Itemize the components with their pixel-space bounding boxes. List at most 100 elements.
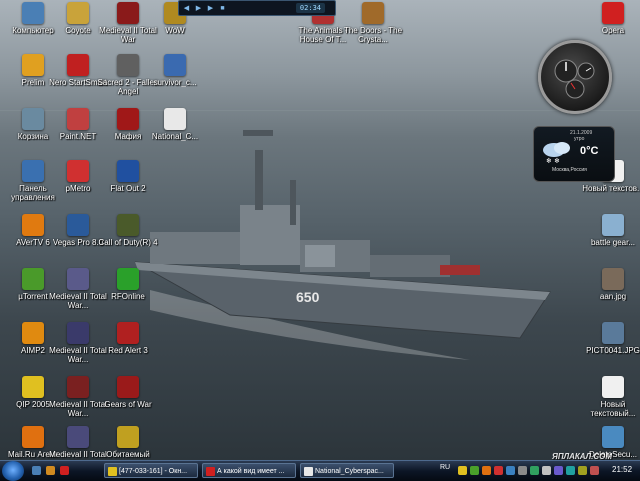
coyote-icon (67, 2, 89, 24)
opera-icon (206, 467, 215, 476)
svg-text:❄ ❄: ❄ ❄ (546, 157, 560, 165)
qip-icon (22, 376, 44, 398)
previous-icon[interactable]: ◀ (182, 4, 191, 13)
desktop-icon-label: RFOnline (111, 292, 145, 301)
weather-temperature: 0°C (580, 145, 599, 157)
av-tray-icon[interactable] (590, 466, 599, 475)
volume-tray-icon[interactable] (518, 466, 527, 475)
gears-icon (117, 376, 139, 398)
show-desktop-icon[interactable] (32, 466, 41, 475)
obitaemy-icon (117, 426, 139, 448)
avertv-icon (22, 214, 44, 236)
file-icon (164, 54, 186, 76)
weather-gadget[interactable]: 21.1.2009 утро ❄ ❄ 0°C Москва,Россия (533, 126, 615, 182)
taskbar-button-label: [477-033-161] - Окн... (119, 468, 188, 475)
language-indicator[interactable]: RU (440, 464, 450, 471)
explorer-icon[interactable] (46, 466, 55, 475)
next-icon[interactable]: ▶ (206, 4, 215, 13)
utorrent-tray-icon[interactable] (470, 466, 479, 475)
stop-icon[interactable]: ■ (218, 4, 227, 13)
desktop-icon-label: The Doors - The Crysta... (343, 26, 403, 44)
opera-quicklaunch-icon[interactable] (60, 466, 69, 475)
desktop-icon-label: Red Alert 3 (108, 346, 148, 355)
desktop-icon[interactable]: Новый текстовый... (582, 376, 640, 428)
desktop-icon[interactable]: battle gear... (582, 214, 640, 266)
desktop-icon[interactable]: RFOnline (97, 268, 159, 320)
opera-icon (602, 2, 624, 24)
desktop-icon-label: aan.jpg (599, 292, 627, 301)
network-tray-icon[interactable] (506, 466, 515, 475)
hull-number: 650 (296, 289, 320, 305)
weather-daypart: утро (574, 136, 585, 142)
desktop-icon[interactable]: Red Alert 3 (97, 322, 159, 374)
taskbar-button[interactable]: National_Cyberspac... (300, 463, 394, 478)
desktop-icon-label: battle gear... (590, 238, 636, 247)
desktop-icon-label: Call of Duty(R) 4 (98, 238, 158, 247)
aimp-icon (22, 322, 44, 344)
desktop-icon[interactable]: The Doors - The Crysta... (342, 2, 404, 54)
qip-tray-icon[interactable] (458, 466, 467, 475)
document-icon (304, 467, 313, 476)
sidebar-tray-icon[interactable] (566, 466, 575, 475)
flatout-icon (117, 160, 139, 182)
desktop-icon[interactable]: aan.jpg (582, 268, 640, 320)
mailru-tray-icon[interactable] (482, 466, 491, 475)
desktop-icon[interactable]: Обитаемый (97, 426, 159, 460)
taskbar-button[interactable]: А какой вид имеет ... (202, 463, 296, 478)
play-icon[interactable]: ▶ (194, 4, 203, 13)
qip-icon (108, 467, 117, 476)
pmetro-icon (67, 160, 89, 182)
taskbar-clock[interactable]: 21:52 (612, 465, 632, 474)
medieval-icon (117, 2, 139, 24)
desktop-icon[interactable]: Call of Duty(R) 4 (97, 214, 159, 266)
clock-gadget[interactable] (538, 40, 612, 114)
desktop-icon[interactable]: survivor_c... (144, 54, 206, 106)
power-tray-icon[interactable] (578, 466, 587, 475)
taskbar-button[interactable]: [477-033-161] - Окн... (104, 463, 198, 478)
cloud-snow-icon: ❄ ❄ (543, 142, 570, 165)
medieval-icon (67, 322, 89, 344)
desktop-icon-label: PICT0041.JPG (586, 346, 640, 355)
document-icon (164, 108, 186, 130)
desktop-icon-label: Обитаемый (106, 450, 150, 459)
antivirus-tray-icon[interactable] (494, 466, 503, 475)
desktop-icon-label: WoW (165, 26, 185, 35)
delete-icon (602, 426, 624, 448)
desktop-icon[interactable]: Gears of War (97, 376, 159, 428)
image-icon (602, 214, 624, 236)
image-icon (602, 268, 624, 290)
desktop-icon-label: National_C... (151, 132, 199, 141)
mailru-icon (22, 426, 44, 448)
text-file-icon (602, 376, 624, 398)
clock-face-icon (554, 59, 595, 99)
update-tray-icon[interactable] (530, 466, 539, 475)
redalert-icon (117, 322, 139, 344)
control-panel-icon (22, 160, 44, 182)
computer-icon (22, 2, 44, 24)
nero-icon (67, 54, 89, 76)
mafia-icon (117, 108, 139, 130)
player-time: 02:34 (295, 3, 325, 13)
mp3-icon (362, 2, 384, 24)
quick-launch (30, 465, 90, 477)
taskbar-button-label: National_Cyberspac... (315, 468, 384, 475)
weather-location: Москва,Россия (552, 167, 587, 173)
medieval-icon (67, 426, 89, 448)
desktop-icon[interactable]: PICT0041.JPG (582, 322, 640, 374)
media-player-bar[interactable]: ◀ ▶ ▶ ■ 02:34 (178, 0, 336, 16)
sacred-icon (117, 54, 139, 76)
desktop-icon[interactable]: National_C... (144, 108, 206, 160)
start-button[interactable] (2, 461, 24, 481)
desktop-icon-label: survivor_c... (153, 78, 197, 87)
desktop-icon[interactable]: Flat Out 2 (97, 160, 159, 212)
prelim-icon (22, 54, 44, 76)
display-tray-icon[interactable] (554, 466, 563, 475)
desktop-icon-label: Новый текстовый... (590, 400, 636, 418)
rfonline-icon (117, 268, 139, 290)
medieval-icon (67, 268, 89, 290)
medieval-icon (67, 376, 89, 398)
recycle-bin-icon (22, 108, 44, 130)
safely-remove-tray-icon[interactable] (542, 466, 551, 475)
desktop[interactable]: 650 Компьютер Coyote Medieval II Total War… (0, 0, 640, 460)
cod-icon (117, 214, 139, 236)
